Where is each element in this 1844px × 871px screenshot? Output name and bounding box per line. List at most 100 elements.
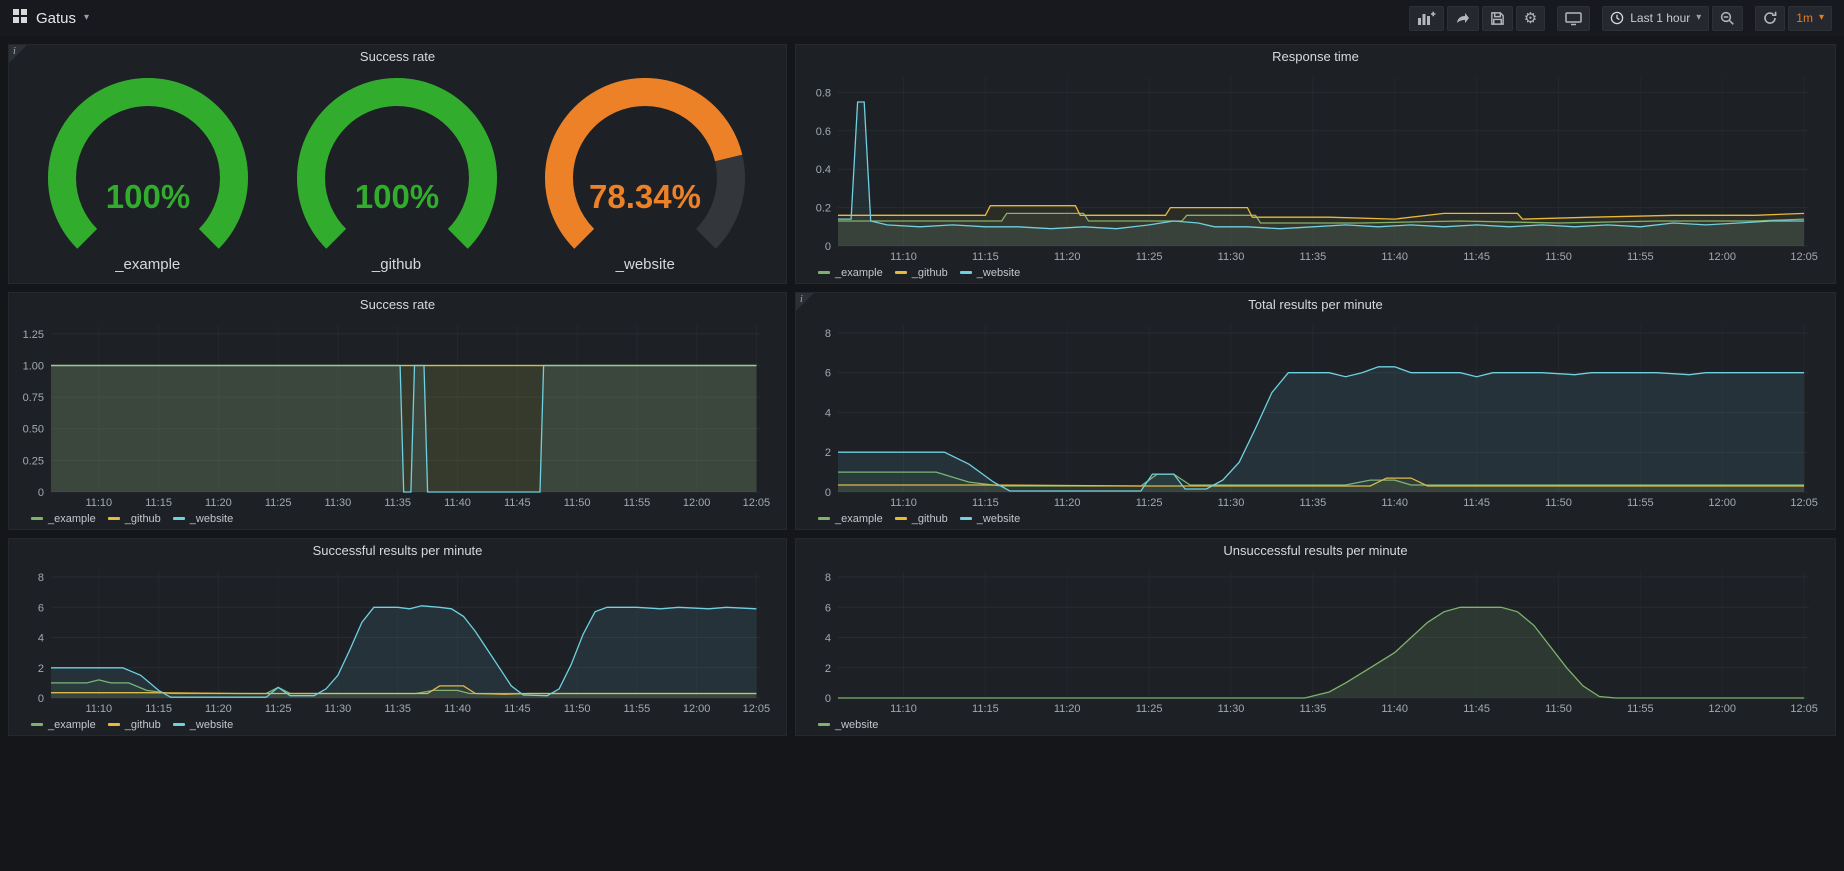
svg-text:11:30: 11:30 <box>1218 703 1245 715</box>
svg-text:11:10: 11:10 <box>890 703 917 715</box>
legend-item-website[interactable]: _website <box>960 267 1020 279</box>
time-range-button[interactable]: Last 1 hour ▾ <box>1602 6 1709 31</box>
legend-item-github[interactable]: _github <box>895 267 948 279</box>
legend-item-github[interactable]: _github <box>108 513 161 525</box>
svg-text:12:05: 12:05 <box>743 703 771 715</box>
refresh-interval-label: 1m <box>1796 11 1813 25</box>
clock-icon <box>1610 11 1624 25</box>
svg-text:11:55: 11:55 <box>1627 251 1654 263</box>
svg-text:11:20: 11:20 <box>205 703 232 715</box>
legend-label: _website <box>977 513 1020 525</box>
legend-swatch <box>960 517 972 520</box>
refresh-group: 1m ▾ <box>1755 6 1832 31</box>
success-rate-chart[interactable]: 11:1011:1511:2011:2511:3011:3511:4011:45… <box>15 317 778 510</box>
refresh-icon <box>1763 11 1777 25</box>
gauge-example: 100%_example <box>32 78 264 273</box>
legend-item-website[interactable]: _website <box>960 513 1020 525</box>
cycle-view-icon <box>1565 11 1582 26</box>
chevron-down-icon[interactable]: ▾ <box>84 13 89 23</box>
legend-item-example[interactable]: _example <box>818 513 883 525</box>
legend-swatch <box>31 517 43 520</box>
legend-label: _website <box>190 513 233 525</box>
svg-text:12:00: 12:00 <box>1708 251 1736 263</box>
gauge-website: 78.34% _website <box>529 78 761 273</box>
svg-text:11:30: 11:30 <box>1218 251 1245 263</box>
legend-label: _website <box>977 267 1020 279</box>
legend-item-website[interactable]: _website <box>818 719 878 731</box>
svg-text:11:55: 11:55 <box>1627 703 1654 715</box>
panel-title[interactable]: Unsuccessful results per minute <box>796 539 1835 563</box>
dashboard-grid: i Success rate 100%_example100%_github78… <box>0 36 1844 744</box>
legend-swatch <box>818 517 830 520</box>
navbar-right: ⚙ Last 1 hour ▾ 1m ▾ <box>1409 6 1832 31</box>
settings-button[interactable]: ⚙ <box>1516 6 1545 31</box>
svg-text:0.6: 0.6 <box>816 126 831 138</box>
add-panel-icon <box>1417 10 1436 26</box>
svg-text:11:10: 11:10 <box>890 497 917 509</box>
svg-text:0.25: 0.25 <box>23 455 44 467</box>
svg-text:8: 8 <box>825 328 831 340</box>
panel-actions-group: ⚙ <box>1409 6 1545 31</box>
svg-text:11:25: 11:25 <box>265 497 292 509</box>
panel-title[interactable]: Response time <box>796 45 1835 69</box>
chevron-down-icon: ▾ <box>1819 13 1824 23</box>
svg-text:11:35: 11:35 <box>1300 497 1327 509</box>
svg-text:11:25: 11:25 <box>1136 251 1163 263</box>
legend-item-example[interactable]: _example <box>818 267 883 279</box>
legend-item-website[interactable]: _website <box>173 513 233 525</box>
legend-swatch <box>173 517 185 520</box>
svg-text:8: 8 <box>825 572 831 584</box>
gauge-value: 100% <box>354 178 438 215</box>
panel-title[interactable]: Successful results per minute <box>9 539 786 563</box>
svg-text:11:20: 11:20 <box>205 497 232 509</box>
refresh-interval-button[interactable]: 1m ▾ <box>1788 6 1832 31</box>
legend-item-github[interactable]: _github <box>895 513 948 525</box>
legend-label: _example <box>48 513 96 525</box>
legend-item-example[interactable]: _example <box>31 719 96 731</box>
svg-text:11:40: 11:40 <box>1381 251 1408 263</box>
svg-text:12:00: 12:00 <box>683 703 711 715</box>
svg-text:11:15: 11:15 <box>145 497 172 509</box>
panel-success-rate-gauges: i Success rate 100%_example100%_github78… <box>8 44 787 284</box>
panel-title[interactable]: Success rate <box>9 45 786 69</box>
response-time-chart[interactable]: 11:1011:1511:2011:2511:3011:3511:4011:45… <box>802 69 1827 264</box>
apps-grid-icon[interactable] <box>12 8 28 29</box>
svg-text:6: 6 <box>825 602 831 614</box>
cycle-view-button[interactable] <box>1557 6 1590 31</box>
legend-item-example[interactable]: _example <box>31 513 96 525</box>
svg-text:6: 6 <box>38 602 44 614</box>
svg-text:2: 2 <box>825 447 831 459</box>
legend-item-website[interactable]: _website <box>173 719 233 731</box>
add-panel-button[interactable] <box>1409 6 1444 31</box>
gauge-label: _website <box>616 256 675 273</box>
successful-results-chart[interactable]: 11:1011:1511:2011:2511:3011:3511:4011:45… <box>15 563 778 716</box>
svg-text:11:45: 11:45 <box>1463 251 1490 263</box>
gauge-value: 78.34% <box>589 178 701 215</box>
refresh-button[interactable] <box>1755 6 1785 31</box>
chevron-down-icon: ▾ <box>1696 13 1701 23</box>
svg-text:11:25: 11:25 <box>265 703 292 715</box>
unsuccessful-results-chart[interactable]: 11:1011:1511:2011:2511:3011:3511:4011:45… <box>802 563 1827 716</box>
dashboard-title[interactable]: Gatus <box>36 10 76 27</box>
legend-item-github[interactable]: _github <box>108 719 161 731</box>
svg-text:11:20: 11:20 <box>1054 251 1081 263</box>
svg-text:12:00: 12:00 <box>1708 497 1736 509</box>
share-button[interactable] <box>1447 6 1479 31</box>
legend: _example _github _website <box>802 510 1827 527</box>
time-range-label: Last 1 hour <box>1630 11 1690 25</box>
legend: _example _github _website <box>802 264 1827 281</box>
svg-text:12:05: 12:05 <box>1790 497 1818 509</box>
panel-title[interactable]: Success rate <box>9 293 786 317</box>
svg-text:11:55: 11:55 <box>624 703 651 715</box>
svg-text:12:05: 12:05 <box>1790 703 1818 715</box>
legend-swatch <box>173 723 185 726</box>
svg-text:11:50: 11:50 <box>1545 703 1572 715</box>
zoom-out-button[interactable] <box>1712 6 1743 31</box>
legend-label: _website <box>835 719 878 731</box>
panel-title[interactable]: Total results per minute <box>796 293 1835 317</box>
total-results-chart[interactable]: 11:1011:1511:2011:2511:3011:3511:4011:45… <box>802 317 1827 510</box>
svg-text:11:10: 11:10 <box>890 251 917 263</box>
legend-label: _example <box>835 267 883 279</box>
panel-success-rate-graph: Success rate 11:1011:1511:2011:2511:3011… <box>8 292 787 530</box>
save-button[interactable] <box>1482 6 1513 31</box>
